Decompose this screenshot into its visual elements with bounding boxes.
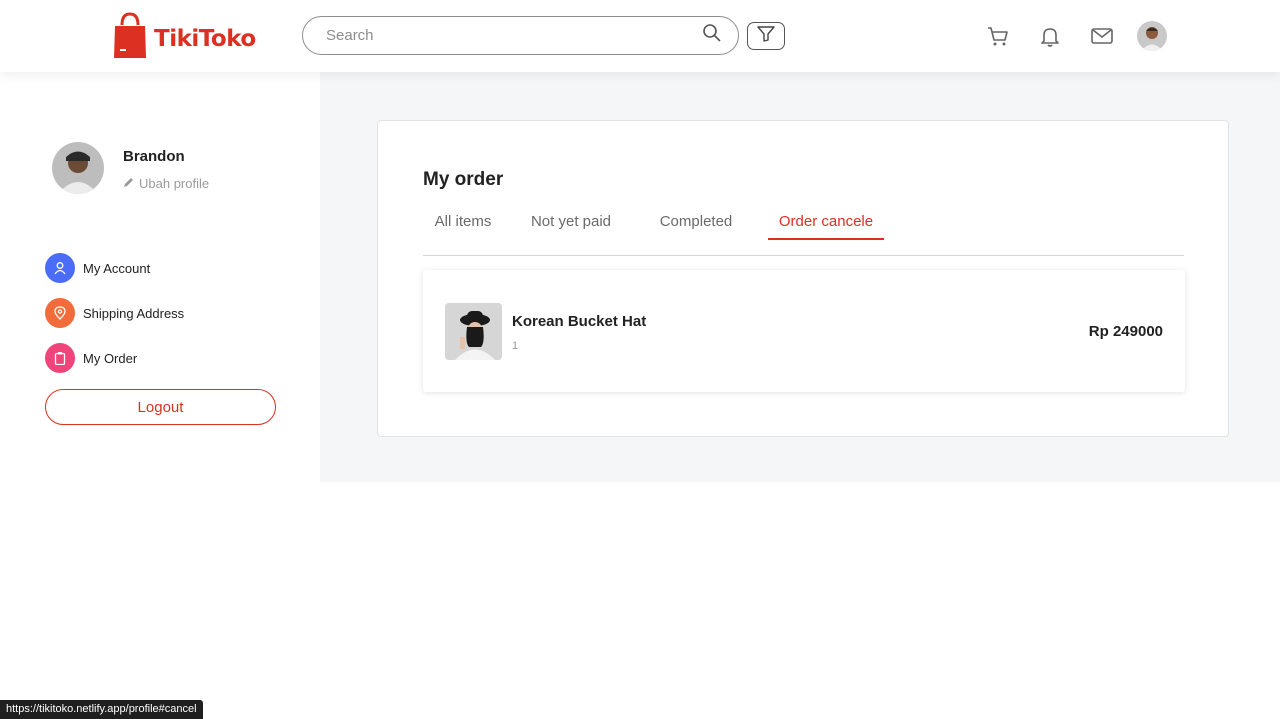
filter-button[interactable]	[747, 22, 785, 50]
sidebar-item-shipping-address[interactable]: Shipping Address	[45, 298, 184, 328]
clipboard-icon	[45, 343, 75, 373]
logout-button[interactable]: Logout	[45, 389, 276, 425]
profile-name: Brandon	[123, 148, 185, 165]
tab-order-cancel[interactable]: Order cancele	[768, 213, 884, 240]
mail-icon[interactable]	[1090, 24, 1114, 48]
product-image	[445, 303, 502, 360]
tab-all-items[interactable]: All items	[423, 213, 503, 240]
user-icon	[45, 253, 75, 283]
pencil-icon	[123, 176, 135, 191]
sidebar-item-label: My Account	[83, 260, 151, 276]
sidebar-item-label: Shipping Address	[83, 305, 185, 321]
edit-profile-link[interactable]: Ubah profile	[123, 176, 209, 191]
tab-not-yet-paid[interactable]: Not yet paid	[521, 213, 621, 240]
brand-logo[interactable]: TikiToko	[112, 12, 256, 65]
sidebar-item-label: My Order	[83, 350, 138, 366]
location-icon	[45, 298, 75, 328]
brand-name: TikiToko	[154, 25, 256, 52]
page-title: My order	[423, 169, 504, 190]
search-bar	[302, 16, 739, 55]
order-tabs: All items Not yet paid Completed Order c…	[423, 213, 1184, 256]
top-header: TikiToko	[0, 0, 1280, 72]
edit-profile-label: Ubah profile	[139, 176, 210, 191]
order-card: My order All items Not yet paid Complete…	[377, 120, 1229, 437]
search-icon[interactable]	[702, 23, 722, 48]
sidebar-item-my-order[interactable]: My Order	[45, 343, 137, 373]
link-status-bar: https://tikitoko.netlify.app/profile#can…	[0, 700, 203, 719]
product-quantity: 1	[512, 340, 519, 352]
cart-icon[interactable]	[986, 24, 1010, 48]
profile-avatar	[52, 142, 104, 194]
order-item[interactable]: Korean Bucket Hat 1 Rp 249000	[423, 270, 1185, 392]
product-name: Korean Bucket Hat	[512, 313, 647, 330]
shopping-bag-icon	[112, 12, 148, 65]
sidebar-item-my-account[interactable]: My Account	[45, 253, 150, 283]
bell-icon[interactable]	[1038, 24, 1062, 48]
profile-sidebar: Brandon Ubah profile My Account Shipping…	[0, 72, 320, 482]
product-price: Rp 249000	[1088, 323, 1163, 340]
filter-icon	[757, 25, 775, 47]
tab-completed[interactable]: Completed	[651, 213, 741, 240]
search-input[interactable]	[326, 27, 702, 44]
user-avatar[interactable]	[1137, 21, 1167, 51]
